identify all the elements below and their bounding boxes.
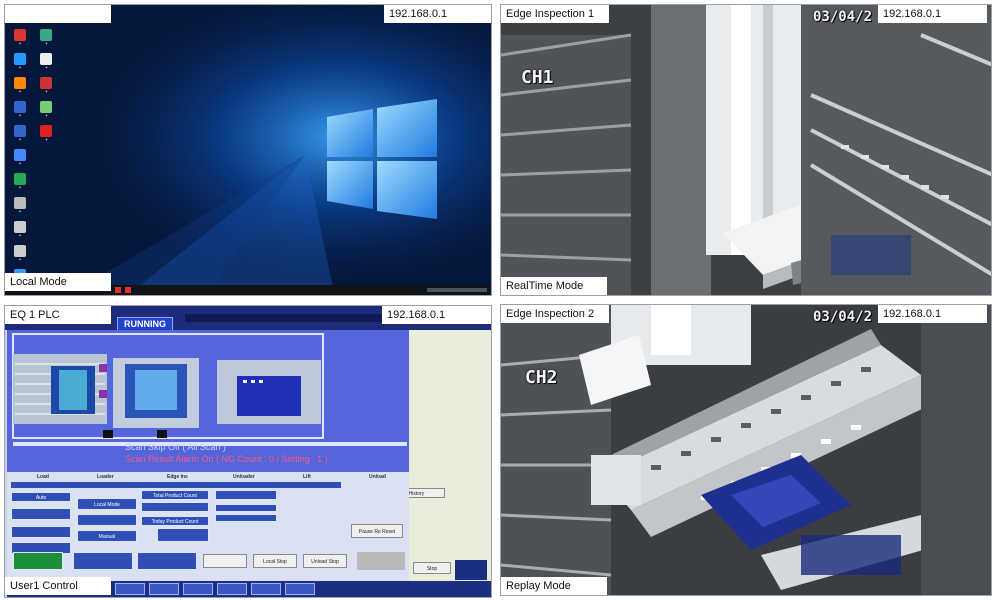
ip-address: 192.168.0.1	[878, 305, 987, 323]
header-load: Load	[37, 474, 49, 480]
start-icon[interactable]	[115, 287, 121, 293]
desktop-app-icon[interactable]: ▪	[35, 101, 57, 123]
desktop-app-icon[interactable]: ▪	[35, 125, 57, 147]
pane-title: EQ 1 PLC	[5, 306, 111, 324]
eq1-plc-pane[interactable]: RUNNING Scan Skip Off ( All Scan ) Scan	[4, 305, 492, 598]
camera-channel-label: CH2	[525, 367, 558, 388]
plc-menu-button[interactable]	[149, 583, 179, 595]
local-mode-pane[interactable]: ▪ ▪ ▪ ▪ ▪ ▪ ▪ ▪ ▪ ▪ ▪ ▪ ▪ ▪ ▪ ▪ Local Mo…	[4, 4, 492, 296]
pause-re-reset-button[interactable]: Pause Re Reset	[351, 524, 403, 538]
cycle-stop-button[interactable]	[137, 552, 197, 570]
header-unload: Unload	[369, 474, 386, 480]
setting-button[interactable]	[215, 514, 277, 522]
pane-mode-label: Replay Mode	[501, 577, 607, 595]
system-tray[interactable]	[427, 288, 487, 292]
desktop-app-icon[interactable]: ▪	[9, 53, 31, 75]
desktop-icons: ▪ ▪ ▪ ▪ ▪ ▪ ▪ ▪ ▪ ▪ ▪ ▪ ▪ ▪ ▪ ▪	[9, 29, 59, 293]
total-count-value	[141, 502, 209, 512]
plc-menu-button[interactable]	[251, 583, 281, 595]
cycle-button[interactable]	[73, 552, 133, 570]
camera-date-overlay: 03/04/2	[813, 9, 873, 25]
scan-result-alarm: Scan Result Alarm On ( NG Count : 0 / Se…	[125, 454, 328, 464]
desktop-app-icon[interactable]: ▪	[9, 221, 31, 243]
ip-address: 192.168.0.1	[384, 5, 491, 23]
camera-feed-ch2	[501, 305, 991, 595]
desktop-app-icon[interactable]: ▪	[35, 77, 57, 99]
edge-inspection-2-pane[interactable]: CH2 03/04/2 Edge Inspection 2 192.168.0.…	[500, 304, 992, 596]
desktop-app-icon[interactable]: ▪	[9, 125, 31, 147]
desktop-app-icon[interactable]: ▪	[9, 77, 31, 99]
plc-menu-button[interactable]	[285, 583, 315, 595]
today-product-count-button[interactable]: Today Product Count	[141, 516, 209, 526]
plc-menu-button[interactable]	[115, 583, 145, 595]
desktop-app-icon[interactable]: ▪	[35, 53, 57, 75]
total-product-count-button[interactable]: Total Product Count	[141, 490, 209, 500]
desktop-app-icon[interactable]: ▪	[9, 29, 31, 51]
desktop-app-icon[interactable]: ▪	[9, 245, 31, 267]
recover-button[interactable]	[203, 554, 247, 568]
start-button[interactable]	[13, 552, 63, 570]
plc-menu-button[interactable]	[217, 583, 247, 595]
setting-button[interactable]	[215, 504, 277, 512]
taskbar-app-icon[interactable]	[125, 287, 131, 293]
windows-wallpaper	[5, 5, 491, 295]
status-strip	[11, 482, 341, 488]
camera-feed-ch1	[501, 5, 991, 295]
header-edge-ins: Edge Ins	[167, 474, 188, 480]
unload-stop-button[interactable]: Unload Stop	[303, 554, 347, 568]
pane-title: Edge Inspection 2	[501, 305, 609, 323]
manual-button[interactable]: Manual	[77, 530, 137, 542]
ip-address: 192.168.0.1	[382, 306, 491, 324]
ip-address: 192.168.0.1	[878, 5, 987, 23]
pane-label: Local Mode	[5, 273, 111, 291]
camera-channel-label: CH1	[521, 67, 554, 88]
disabled-button	[357, 552, 405, 570]
mode-select-button[interactable]	[77, 514, 137, 526]
header-unloader: Unloader	[233, 474, 255, 480]
scan-skip-status: Scan Skip Off ( All Scan )	[125, 442, 226, 452]
running-status-badge: RUNNING	[117, 317, 173, 331]
pane-mode-label: User1 Control	[5, 577, 111, 595]
desktop-app-icon[interactable]: ▪	[9, 173, 31, 195]
header-loader: Loader	[97, 474, 114, 480]
pane-mode-label: RealTime Mode	[501, 277, 607, 295]
local-mode-button[interactable]: Local Mode	[77, 498, 137, 510]
plc-menu-button[interactable]	[183, 583, 213, 595]
setting-button[interactable]	[215, 490, 277, 500]
plc-alarm-bar	[185, 314, 385, 322]
pane-title-bar	[5, 5, 111, 23]
pane-title: Edge Inspection 1	[501, 5, 609, 23]
plc-side-panel: OK History Stop	[379, 330, 491, 584]
plc-logo-icon	[455, 560, 487, 580]
local-stop-button[interactable]: Local Stop	[253, 554, 297, 568]
desktop-app-icon[interactable]: ▪	[9, 149, 31, 171]
desktop-app-icon[interactable]: ▪	[9, 197, 31, 219]
mode-select-button[interactable]	[11, 508, 71, 520]
today-count-value	[157, 528, 209, 542]
plc-machine-diagram: Scan Skip Off ( All Scan ) Scan Result A…	[7, 330, 409, 472]
auto-button[interactable]: Auto	[11, 492, 71, 502]
edge-inspection-1-pane[interactable]: CH1 03/04/2 Edge Inspection 1 192.168.0.…	[500, 4, 992, 296]
header-lift: Lift	[303, 474, 311, 480]
mode-select-button[interactable]	[11, 526, 71, 538]
desktop-app-icon[interactable]: ▪	[35, 29, 57, 51]
desktop-app-icon[interactable]: ▪	[9, 101, 31, 123]
camera-date-overlay: 03/04/2	[813, 309, 873, 325]
stop-button[interactable]: Stop	[413, 562, 451, 574]
plc-control-panel: Load Loader Edge Ins Unloader Lift Unloa…	[7, 472, 409, 584]
